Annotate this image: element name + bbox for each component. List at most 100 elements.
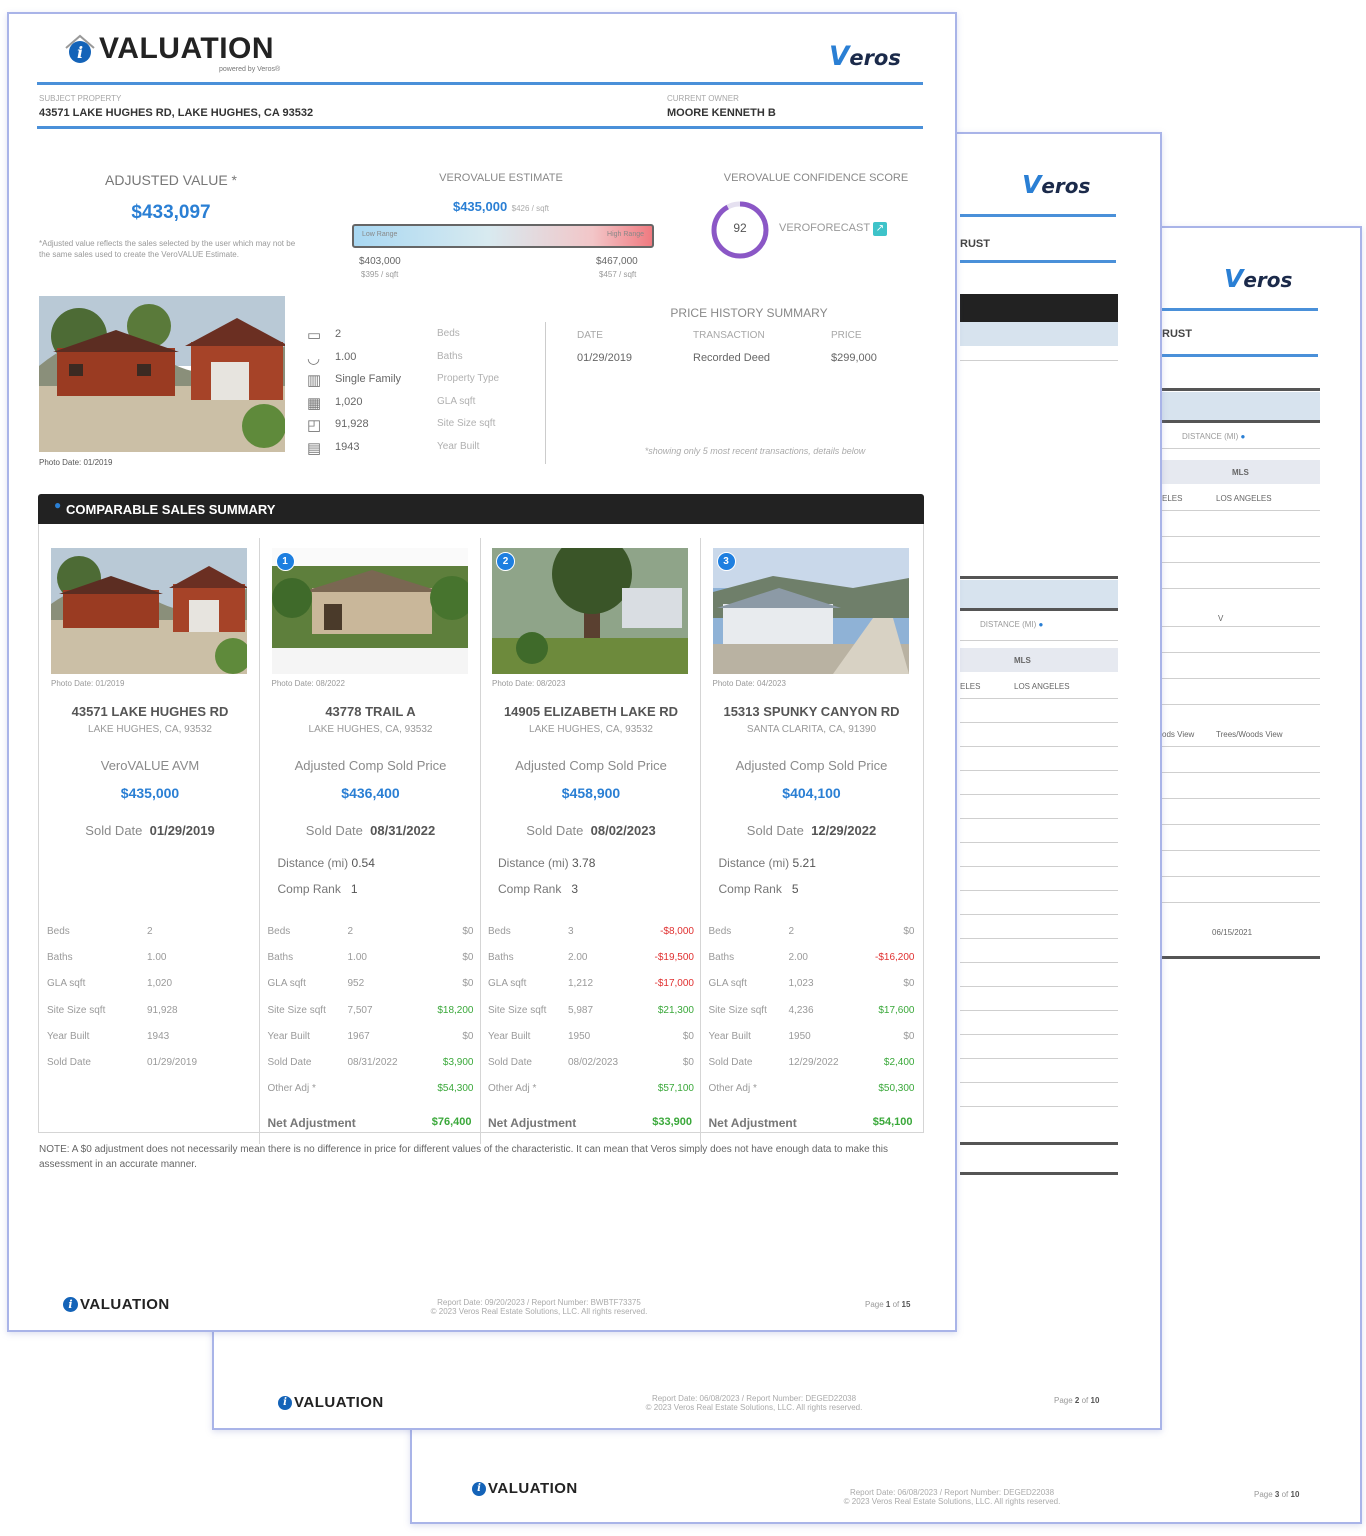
adjustment-value: 1,020 bbox=[147, 978, 173, 990]
external-link-icon[interactable]: ↗ bbox=[872, 222, 887, 236]
comp-price: $458,900 bbox=[561, 785, 621, 801]
valuation-logo: i VALUATION bbox=[278, 1394, 384, 1411]
adjustment-label: Year Built bbox=[47, 1030, 90, 1042]
mls-cell: ELES bbox=[960, 682, 981, 691]
mls-header: MLS bbox=[1232, 468, 1249, 477]
comps-header-bar: ● COMPARABLE SALES SUMMARY bbox=[38, 494, 924, 524]
adjustment-row: Sold Date 01/29/2019 bbox=[47, 1057, 255, 1071]
comp-card[interactable]: 1 Photo Date: 08/2022 43778 TRAIL A LAKE HU… bbox=[262, 538, 481, 1144]
ph-price: $299,000 bbox=[831, 352, 877, 364]
svg-text:i: i bbox=[77, 43, 83, 62]
adjustment-amount: $0 bbox=[682, 1030, 694, 1042]
comp-number-badge: 2 bbox=[496, 552, 515, 571]
adjustment-label: Beds bbox=[267, 926, 291, 937]
adjustment-row: Beds 2 $0 bbox=[709, 926, 917, 940]
adjustment-label: Other Adj * bbox=[708, 1083, 757, 1095]
estimate-title: VEROVALUE ESTIMATE bbox=[439, 172, 563, 184]
property-value: 2 bbox=[335, 328, 342, 340]
adjustment-label: Site Size sqft bbox=[267, 1004, 326, 1016]
comp-card[interactable]: 2 Photo Date: 08/2023 14905 ELIZABETH LAKE… bbox=[482, 538, 701, 1144]
ph-header-transaction: TRANSACTION bbox=[693, 330, 765, 341]
report-footer: Report Date: 06/08/2023 / Report Number:… bbox=[843, 1488, 1061, 1506]
adjustment-row: Baths 1.00 $0 bbox=[268, 952, 476, 966]
property-label: Beds bbox=[437, 328, 460, 339]
comp-city: LAKE HUGHES, CA, 93532 bbox=[529, 724, 653, 735]
comp-photo-date: Photo Date: 01/2019 bbox=[51, 679, 125, 688]
estimate-value-line: $435,000 $426 / sqft bbox=[349, 198, 653, 216]
adjustment-row: Beds 2 bbox=[47, 926, 255, 940]
property-label: Baths bbox=[437, 350, 463, 362]
adjustment-row: GLA sqft 952 $0 bbox=[268, 978, 476, 992]
comp-rank: Comp Rank 3 bbox=[498, 882, 579, 896]
adjustment-amount: -$19,500 bbox=[654, 952, 694, 964]
high-sqft: $457 / sqft bbox=[599, 270, 637, 279]
adjustment-label: GLA sqft bbox=[267, 978, 306, 990]
adjustment-amount: -$16,200 bbox=[875, 952, 915, 964]
comp-price-label: Adjusted Comp Sold Price bbox=[294, 758, 447, 773]
adjustment-row: Baths 2.00 -$16,200 bbox=[709, 952, 917, 966]
adjustment-amount: -$17,000 bbox=[654, 978, 694, 990]
comp-card[interactable]: 3 Photo Date: 04/2023 15313 SPUNKY CANYON … bbox=[703, 538, 921, 1144]
adjusted-note: *Adjusted value reflects the sales selec… bbox=[39, 239, 296, 259]
adjustment-label: Year Built bbox=[488, 1030, 531, 1042]
high-range-label: High Range bbox=[607, 231, 644, 238]
comp-price-label: VeroVALUE AVM bbox=[100, 758, 200, 773]
owner-label: CURRENT OWNER bbox=[667, 94, 739, 103]
adjustment-label: Sold Date bbox=[708, 1057, 753, 1068]
comp-photo-date: Photo Date: 04/2023 bbox=[712, 679, 786, 688]
adjustment-row: Beds 3 -$8,000 bbox=[488, 926, 696, 940]
adjustment-label: Year Built bbox=[708, 1030, 751, 1042]
adjustment-value: 952 bbox=[347, 978, 365, 990]
comp-city: LAKE HUGHES, CA, 93532 bbox=[308, 724, 433, 735]
property-value: 1.00 bbox=[335, 350, 357, 363]
comp-number-badge: 3 bbox=[716, 552, 736, 571]
comp-rank: Comp Rank 5 bbox=[718, 882, 799, 896]
house-icon: i bbox=[65, 34, 95, 63]
low-sqft: $395 / sqft bbox=[361, 270, 399, 279]
adjustment-row: Baths 1.00 bbox=[47, 952, 255, 966]
adjustment-amount: $0 bbox=[462, 978, 474, 990]
adjustment-value: 2.00 bbox=[568, 952, 588, 964]
report-page-1: i VALUATION powered by Veros® Veros SUBJ… bbox=[7, 12, 957, 1332]
adjustment-label: Baths bbox=[708, 952, 735, 964]
subject-photo bbox=[39, 296, 285, 452]
adjustment-value: 1.00 bbox=[347, 952, 367, 964]
high-value: $467,000 bbox=[596, 256, 638, 267]
veros-logo: Veros bbox=[829, 42, 901, 72]
comp-card[interactable]: Photo Date: 01/2019 43571 LAKE HUGHES RD L… bbox=[41, 538, 260, 1144]
distance-header: DISTANCE (MI) ● bbox=[1182, 432, 1246, 441]
adjustment-row: Site Size sqft 91,928 bbox=[47, 1005, 255, 1019]
comp-price: $404,100 bbox=[782, 785, 841, 801]
adjustment-amount: $21,300 bbox=[657, 1004, 694, 1016]
comp-photo bbox=[271, 548, 468, 674]
property-value: Single Family bbox=[335, 373, 402, 385]
adjustment-label: Beds bbox=[708, 926, 732, 937]
subject-photo-date: Photo Date: 01/2019 bbox=[39, 458, 113, 467]
property-value: 1,020 bbox=[335, 395, 363, 408]
adjustment-label: Site Size sqft bbox=[708, 1004, 767, 1016]
owner-fragment: RUST bbox=[1162, 328, 1192, 340]
adjustment-row: Site Size sqft 7,507 $18,200 bbox=[268, 1005, 476, 1019]
comp-price: $435,000 bbox=[120, 785, 180, 801]
bath-icon: ◡ bbox=[307, 349, 321, 367]
net-adjustment-value: $54,100 bbox=[872, 1116, 913, 1128]
comp-city: LAKE HUGHES, CA, 93532 bbox=[88, 724, 212, 735]
adjustment-value: 1,212 bbox=[568, 978, 594, 990]
veroforecast-label: VEROFORECAST ↗ bbox=[779, 222, 887, 236]
adjustment-label: Beds bbox=[488, 926, 511, 937]
adjustment-value: 7,507 bbox=[347, 1004, 373, 1016]
ph-transaction: Recorded Deed bbox=[693, 352, 771, 364]
adjustment-value: 1.00 bbox=[147, 952, 167, 964]
adjustment-value: 12/29/2022 bbox=[788, 1057, 839, 1068]
ph-header-date: DATE bbox=[577, 330, 603, 341]
low-value: $403,000 bbox=[359, 256, 401, 267]
distance-header: DISTANCE (MI) ● bbox=[980, 620, 1044, 629]
adjustment-row: Site Size sqft 4,236 $17,600 bbox=[709, 1005, 917, 1019]
net-adjustment: Net Adjustment $76,400 bbox=[267, 1116, 472, 1130]
adjustment-amount: $54,300 bbox=[437, 1083, 474, 1095]
adjustment-value: 1967 bbox=[347, 1030, 370, 1042]
bed-icon: ▭ bbox=[307, 327, 322, 344]
adjustment-row: Sold Date 12/29/2022 $2,400 bbox=[709, 1057, 917, 1071]
confidence-score: 92 bbox=[733, 221, 747, 235]
net-adjustment: Net Adjustment $33,900 bbox=[488, 1116, 692, 1130]
